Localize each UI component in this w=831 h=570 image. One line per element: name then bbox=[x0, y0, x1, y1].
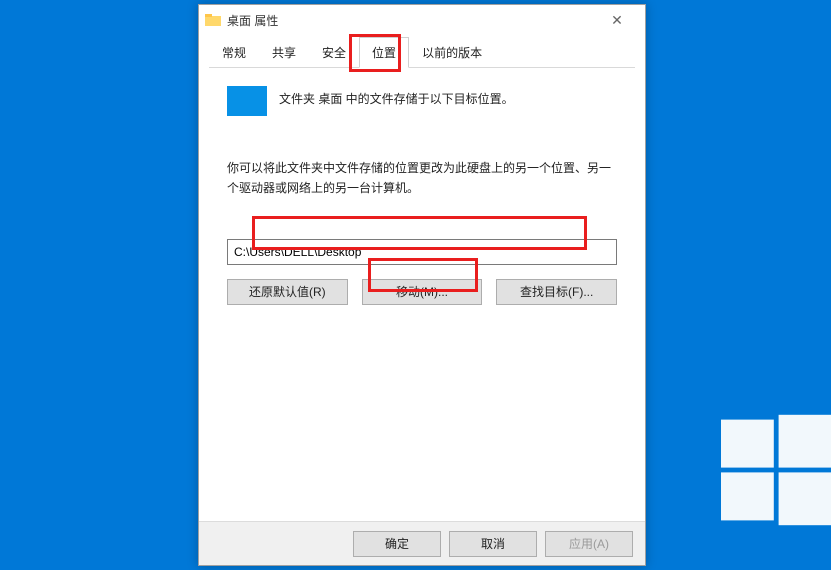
action-button-row: 还原默认值(R) 移动(M)... 查找目标(F)... bbox=[227, 279, 617, 305]
cancel-button[interactable]: 取消 bbox=[449, 531, 537, 557]
window-title: 桌面 属性 bbox=[227, 12, 278, 29]
find-target-button[interactable]: 查找目标(F)... bbox=[496, 279, 617, 305]
windows-logo-watermark bbox=[721, 410, 831, 530]
tab-general[interactable]: 常规 bbox=[209, 37, 259, 68]
close-button[interactable]: ✕ bbox=[595, 6, 639, 34]
ok-button[interactable]: 确定 bbox=[353, 531, 441, 557]
tab-location[interactable]: 位置 bbox=[359, 37, 409, 68]
tab-strip: 常规 共享 安全 位置 以前的版本 bbox=[209, 37, 635, 68]
folder-icon bbox=[205, 12, 221, 28]
desktop-tile-icon bbox=[227, 86, 267, 116]
location-path-input[interactable] bbox=[227, 239, 617, 265]
tab-previous-versions[interactable]: 以前的版本 bbox=[409, 37, 495, 68]
dialog-footer: 确定 取消 应用(A) bbox=[199, 521, 645, 565]
move-button[interactable]: 移动(M)... bbox=[362, 279, 483, 305]
location-explanation: 你可以将此文件夹中文件存储的位置更改为此硬盘上的另一个位置、另一个驱动器或网络上… bbox=[227, 158, 617, 199]
titlebar[interactable]: 桌面 属性 ✕ bbox=[199, 5, 645, 35]
tab-security[interactable]: 安全 bbox=[309, 37, 359, 68]
restore-defaults-button[interactable]: 还原默认值(R) bbox=[227, 279, 348, 305]
tab-sharing[interactable]: 共享 bbox=[259, 37, 309, 68]
apply-button[interactable]: 应用(A) bbox=[545, 531, 633, 557]
close-icon: ✕ bbox=[611, 12, 623, 29]
properties-dialog: 桌面 属性 ✕ 常规 共享 安全 位置 以前的版本 文件夹 桌面 中的文件存储于… bbox=[198, 4, 646, 566]
location-description: 文件夹 桌面 中的文件存储于以下目标位置。 bbox=[279, 86, 514, 109]
tab-content: 文件夹 桌面 中的文件存储于以下目标位置。 你可以将此文件夹中文件存储的位置更改… bbox=[199, 68, 645, 305]
